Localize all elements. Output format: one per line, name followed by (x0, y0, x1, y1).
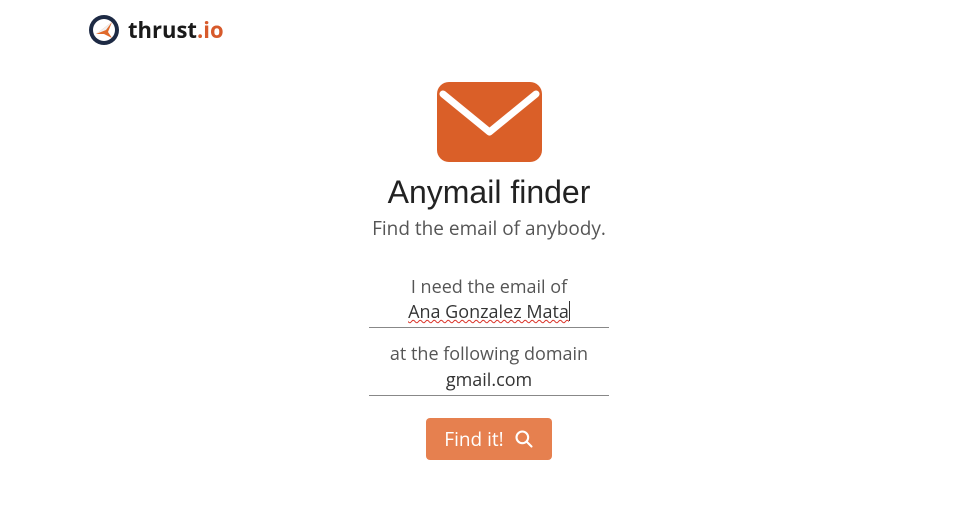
page-subtitle: Find the email of anybody. (372, 215, 606, 241)
brand-suffix: .io (197, 15, 224, 45)
name-input-block[interactable]: I need the email of Ana Gonzalez Mata (369, 275, 609, 328)
envelope-icon (437, 82, 542, 162)
brand-main: thrust (128, 15, 197, 45)
search-icon (514, 429, 534, 449)
main-content: Anymail finder Find the email of anybody… (329, 82, 649, 460)
find-button[interactable]: Find it! (426, 418, 551, 460)
header: thrust.io (88, 14, 224, 46)
domain-input[interactable]: gmail.com (369, 368, 609, 393)
domain-input-block[interactable]: at the following domain gmail.com (369, 342, 609, 395)
domain-label: at the following domain (369, 342, 609, 367)
name-label: I need the email of (369, 275, 609, 300)
page-title: Anymail finder (388, 174, 591, 211)
thrust-logo-icon (88, 14, 120, 46)
name-input[interactable]: Ana Gonzalez Mata (369, 300, 609, 325)
find-button-label: Find it! (444, 426, 503, 452)
brand-name: thrust.io (128, 15, 224, 45)
